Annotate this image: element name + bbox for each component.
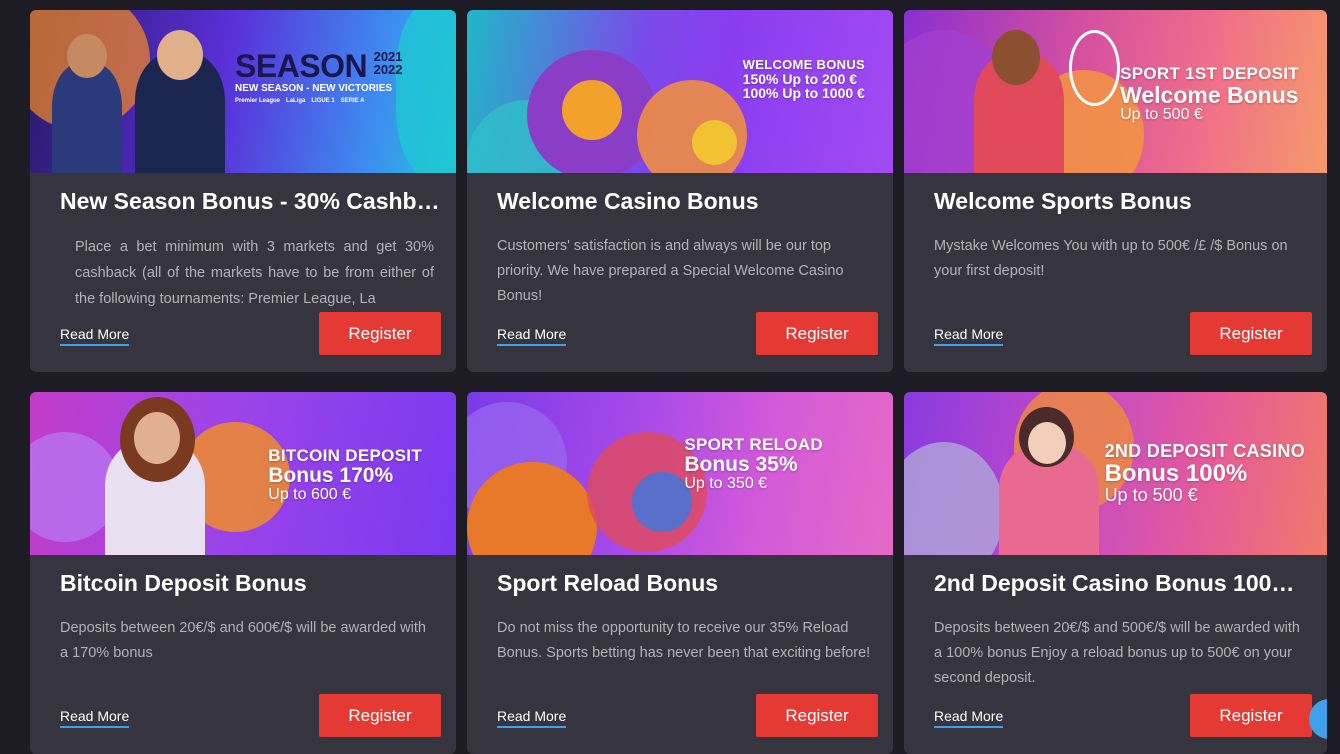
banner-line1: 2ND DEPOSIT CASINO [1104, 441, 1305, 461]
promo-description: Customers' satisfaction is and always wi… [497, 238, 844, 304]
player-image [67, 34, 107, 78]
banner-line1: WELCOME BONUS [742, 57, 865, 72]
player-image [157, 30, 203, 80]
tennis-racket-image [1069, 30, 1120, 106]
banner-line3: Up to 600 € [268, 485, 351, 503]
register-button[interactable]: Register [319, 694, 441, 737]
season-word: SEASON [235, 48, 368, 84]
promo-banner[interactable]: SPORT 1ST DEPOSIT Welcome Bonus Up to 50… [904, 10, 1327, 173]
roulette-image [904, 442, 1004, 555]
banner-line3: Up to 500 € [1120, 105, 1203, 123]
decor-shape [632, 472, 692, 532]
banner-line1: SPORT RELOAD [684, 435, 823, 454]
promo-banner[interactable]: SPORT RELOAD Bonus 35% Up to 350 € [467, 392, 893, 555]
register-button[interactable]: Register [1190, 312, 1312, 355]
character-image [1028, 422, 1066, 464]
banner-line1: BITCOIN DEPOSIT [268, 446, 422, 465]
athlete-image [992, 30, 1040, 85]
promo-title: Bitcoin Deposit Bonus [60, 570, 307, 596]
read-more-link[interactable]: Read More [934, 708, 1004, 728]
read-more-link[interactable]: Read More [497, 326, 567, 346]
promo-card-new-season: SEASON 2021 2022 NEW SEASON - NEW VICTOR… [30, 10, 456, 372]
register-button[interactable]: Register [756, 312, 878, 355]
promo-description: Deposits between 20€/$ and 600€/$ will b… [60, 620, 426, 661]
promo-description: Place a bet minimum with 3 markets and g… [75, 239, 434, 307]
premier-league-logo: Premier League [235, 98, 281, 104]
promo-card-2nd-deposit-casino: 2ND DEPOSIT CASINO Bonus 100% Up to 500 … [904, 392, 1327, 754]
season-tagline: NEW SEASON - NEW VICTORIES [235, 83, 393, 94]
promo-card-welcome-sports: SPORT 1ST DEPOSIT Welcome Bonus Up to 50… [904, 10, 1327, 372]
banner-line3: 100% Up to 1000 € [742, 85, 865, 102]
league-logos: Premier League LaLiga LIGUE 1 SERIE A [235, 98, 403, 104]
promo-title: 2nd Deposit Casino Bonus 100% Up to 500€ [934, 570, 1311, 596]
register-button[interactable]: Register [756, 694, 878, 737]
banner-text: SPORT 1ST DEPOSIT Welcome Bonus Up to 50… [1120, 65, 1299, 124]
banner-line2: 150% Up to 200 € [742, 70, 858, 87]
promo-banner[interactable]: SEASON 2021 2022 NEW SEASON - NEW VICTOR… [30, 10, 456, 173]
promo-title: Sport Reload Bonus [497, 570, 719, 596]
promo-banner[interactable]: WELCOME BONUS 150% Up to 200 € 100% Up t… [467, 10, 893, 173]
laliga-logo: LaLiga [286, 98, 306, 104]
serie-a-logo: SERIE A [340, 98, 365, 104]
season-year-end: 2022 [373, 62, 403, 77]
model-image [134, 412, 180, 464]
banner-line1: SPORT 1ST DEPOSIT [1120, 64, 1299, 83]
banner-line2: Welcome Bonus [1120, 81, 1299, 108]
read-more-link[interactable]: Read More [60, 326, 130, 346]
banner-line3: Up to 500 € [1104, 485, 1198, 506]
register-button[interactable]: Register [319, 312, 441, 355]
read-more-link[interactable]: Read More [60, 708, 130, 728]
promo-card-sport-reload: SPORT RELOAD Bonus 35% Up to 350 € Sport… [467, 392, 893, 754]
banner-text: BITCOIN DEPOSIT Bonus 170% Up to 600 € [268, 447, 422, 504]
season-heading: SEASON 2021 2022 NEW SEASON - NEW VICTOR… [235, 50, 403, 104]
genie-image [562, 80, 622, 140]
player-image [52, 63, 122, 173]
promotions-grid: SEASON 2021 2022 NEW SEASON - NEW VICTOR… [30, 10, 1327, 754]
promo-title: Welcome Casino Bonus [497, 188, 759, 214]
read-more-link[interactable]: Read More [497, 708, 567, 728]
promo-description: Deposits between 20€/$ and 500€/$ will b… [934, 620, 1300, 686]
register-button[interactable]: Register [1190, 694, 1312, 737]
banner-line2: Bonus 35% [684, 452, 798, 476]
promo-description: Do not miss the opportunity to receive o… [497, 620, 871, 661]
banner-text: SPORT RELOAD Bonus 35% Up to 350 € [684, 436, 823, 493]
banner-line2: Bonus 100% [1104, 459, 1248, 487]
promo-title: Welcome Sports Bonus [934, 188, 1192, 214]
banner-line2: Bonus 170% [268, 463, 394, 487]
decor-shape [396, 10, 456, 173]
banner-line3: Up to 350 € [684, 474, 768, 492]
promo-card-bitcoin-deposit: BITCOIN DEPOSIT Bonus 170% Up to 600 € B… [30, 392, 456, 754]
promo-card-welcome-casino: WELCOME BONUS 150% Up to 200 € 100% Up t… [467, 10, 893, 372]
ligue1-logo: LIGUE 1 [311, 98, 335, 104]
promo-banner[interactable]: BITCOIN DEPOSIT Bonus 170% Up to 600 € [30, 392, 456, 555]
read-more-link[interactable]: Read More [934, 326, 1004, 346]
promo-description: Mystake Welcomes You with up to 500€ /£ … [934, 238, 1288, 279]
coin-image [692, 120, 737, 165]
promo-banner[interactable]: 2ND DEPOSIT CASINO Bonus 100% Up to 500 … [904, 392, 1327, 555]
banner-text: 2ND DEPOSIT CASINO Bonus 100% Up to 500 … [1105, 442, 1305, 505]
promo-title: New Season Bonus - 30% Cashback [60, 188, 440, 214]
banner-text: WELCOME BONUS 150% Up to 200 € 100% Up t… [743, 58, 865, 101]
